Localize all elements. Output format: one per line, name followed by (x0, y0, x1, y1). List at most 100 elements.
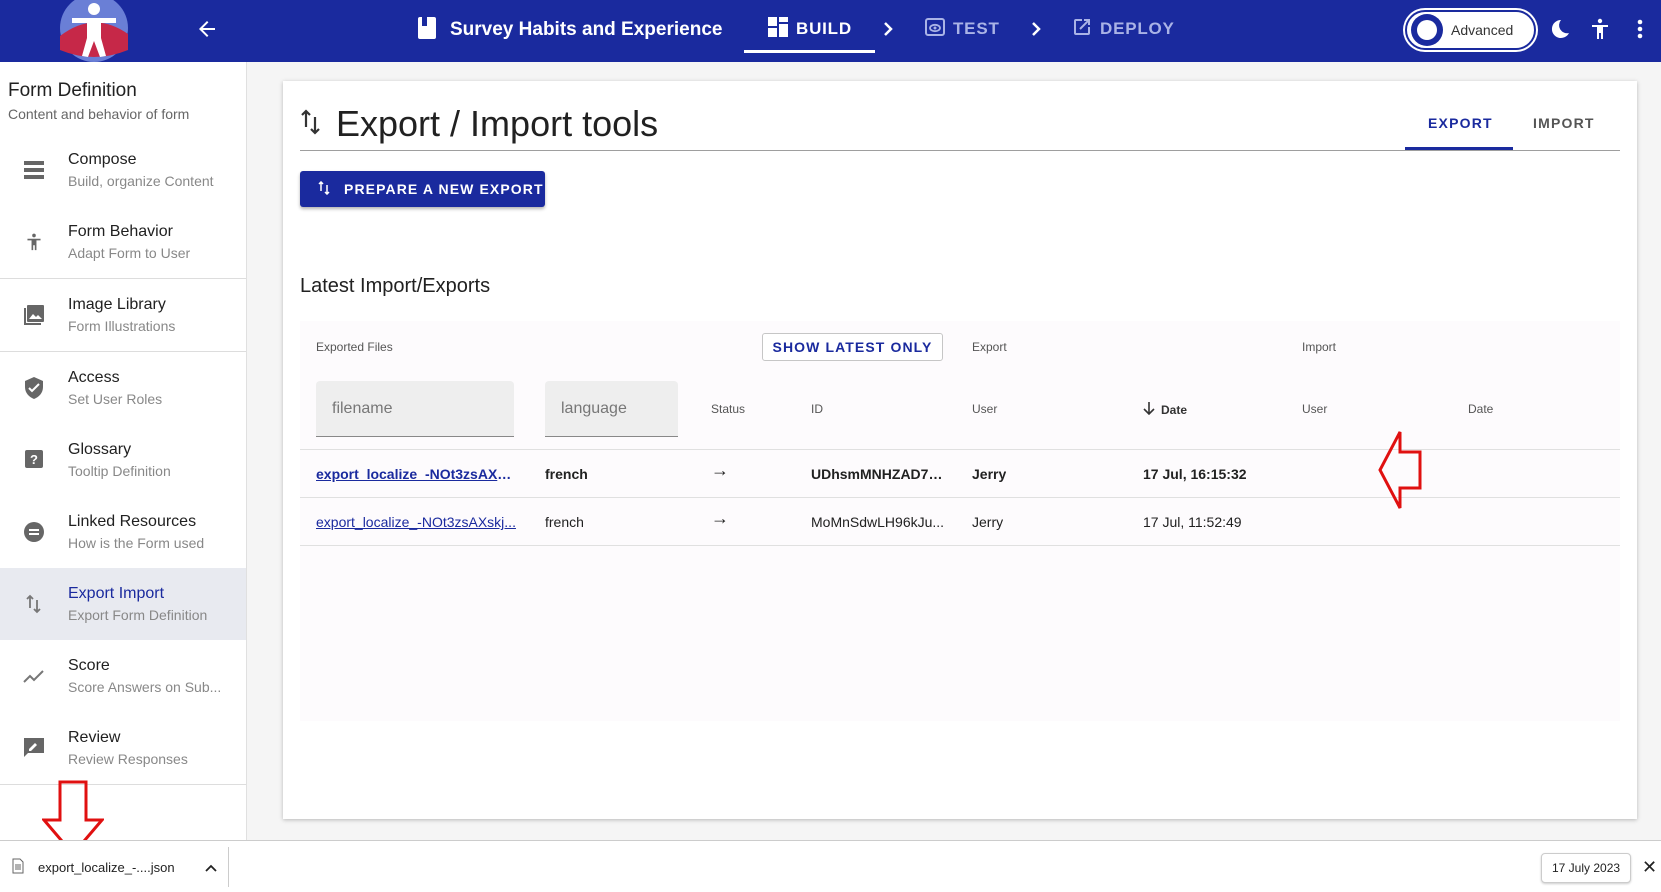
download-file-name: export_localize_-....json (38, 859, 175, 875)
step-deploy-label: DEPLOY (1100, 19, 1175, 38)
step-build[interactable]: BUILD (768, 14, 852, 44)
trend-icon (0, 668, 68, 684)
chevron-up-icon[interactable] (204, 860, 217, 875)
page-title: Export / Import tools (300, 103, 658, 145)
step-build-label: BUILD (796, 19, 852, 38)
sidebar-item-label: Form Behavior (68, 223, 173, 240)
sidebar-item-access[interactable]: Access Set User Roles (0, 352, 246, 424)
status-arrow-icon: → (711, 508, 729, 528)
dark-mode-icon[interactable] (1545, 14, 1575, 44)
user-cell: Jerry (972, 514, 1004, 530)
filename-link[interactable]: export_localize_-NOt3zsAXsk... (316, 466, 516, 482)
status-arrow-icon: → (711, 460, 729, 480)
filename-filter-input[interactable]: filename (316, 381, 514, 437)
sidebar-item-label: Image Library (68, 296, 166, 313)
swap-icon (0, 594, 68, 614)
sidebar: Form Definition Content and behavior of … (0, 62, 247, 840)
top-app-bar: Survey Habits and Experience BUILD TEST … (0, 0, 1661, 62)
sidebar-item-sub: Score Answers on Sub... (68, 679, 222, 695)
tab-export[interactable]: EXPORT (1428, 115, 1493, 131)
language-cell: french (545, 514, 584, 530)
chevron-right-icon (877, 18, 899, 40)
language-cell: french (545, 466, 588, 482)
sidebar-item-sub: Review Responses (68, 751, 188, 767)
tab-import[interactable]: IMPORT (1533, 115, 1595, 131)
sidebar-item-image-library[interactable]: Image Library Form Illustrations (0, 279, 246, 351)
sidebar-item-compose[interactable]: Compose Build, organize Content (0, 134, 246, 206)
divider (228, 847, 229, 887)
filename-link[interactable]: export_localize_-NOt3zsAXskj... (316, 514, 516, 530)
download-item[interactable]: export_localize_-....json (12, 841, 217, 892)
column-header-import-date[interactable]: Date (1468, 402, 1493, 416)
accessibility-icon (0, 231, 68, 253)
help-icon: ? (0, 450, 68, 470)
file-icon (12, 858, 24, 877)
form-title: Survey Habits and Experience (450, 19, 723, 40)
compose-icon (0, 161, 68, 179)
card-header: Export / Import tools EXPORT IMPORT (300, 81, 1620, 151)
shield-icon (0, 377, 68, 399)
sidebar-subtitle: Content and behavior of form (8, 106, 190, 122)
language-placeholder: language (561, 400, 627, 417)
sidebar-item-glossary[interactable]: ? Glossary Tooltip Definition (0, 424, 246, 496)
sidebar-item-label: Compose (68, 151, 137, 168)
accessibility-icon[interactable] (1585, 14, 1615, 44)
image-icon (0, 305, 68, 325)
column-header-id[interactable]: ID (811, 402, 823, 416)
sidebar-item-sub: Export Form Definition (68, 607, 208, 623)
language-filter-input[interactable]: language (545, 381, 678, 437)
group-header-export: Export (972, 340, 1007, 354)
annotation-arrow-left-icon (1378, 430, 1424, 515)
imports-exports-table: Exported Files SHOW LATEST ONLY Export I… (300, 321, 1620, 721)
back-arrow-icon[interactable] (190, 12, 224, 46)
id-cell: MoMnSdwLH96kJu... (811, 514, 945, 530)
date-cell: 17 Jul, 16:15:32 (1143, 466, 1247, 482)
sidebar-item-score[interactable]: Score Score Answers on Sub... (0, 640, 246, 712)
tab-indicator (1405, 147, 1513, 150)
show-latest-only-button[interactable]: SHOW LATEST ONLY (762, 333, 943, 361)
advanced-toggle[interactable]: Advanced (1405, 10, 1536, 50)
review-icon (0, 738, 68, 758)
prepare-new-export-button[interactable]: PREPARE A NEW EXPORT (300, 171, 545, 207)
chevron-right-icon (1025, 18, 1047, 40)
sidebar-item-export-import[interactable]: Export Import Export Form Definition (0, 568, 246, 640)
sidebar-item-label: Export Import (68, 585, 165, 602)
open-in-new-icon (1072, 17, 1092, 42)
form-book-icon (418, 16, 436, 44)
section-title: Latest Import/Exports (300, 275, 491, 297)
group-header-import: Import (1302, 340, 1337, 354)
download-bar: export_localize_-....json 17 July 2023 ✕ (0, 840, 1661, 892)
app-logo[interactable] (54, 0, 134, 62)
date-tooltip: 17 July 2023 (1541, 853, 1632, 883)
page-title-text: Export / Import tools (336, 103, 659, 144)
sidebar-item-sub: Tooltip Definition (68, 463, 171, 479)
arrow-down-icon (1143, 402, 1155, 418)
dashboard-icon (768, 16, 788, 42)
prepare-button-label: PREPARE A NEW EXPORT (344, 181, 544, 197)
sidebar-item-label: Glossary (68, 441, 132, 458)
date-cell: 17 Jul, 11:52:49 (1143, 514, 1242, 530)
sidebar-item-label: Linked Resources (68, 513, 197, 530)
link-icon (0, 522, 68, 542)
column-header-export-date[interactable]: Date (1143, 402, 1187, 418)
more-vert-icon[interactable] (1625, 14, 1655, 44)
sidebar-item-form-behavior[interactable]: Form Behavior Adapt Form to User (0, 206, 246, 278)
column-header-status[interactable]: Status (711, 402, 745, 416)
preview-icon (925, 17, 945, 42)
sidebar-item-sub: Form Illustrations (68, 318, 176, 334)
sidebar-item-sub: Build, organize Content (68, 173, 214, 189)
column-header-import-user[interactable]: User (1302, 402, 1327, 416)
sidebar-item-label: Access (68, 369, 120, 386)
sidebar-item-review[interactable]: Review Review Responses (0, 712, 246, 784)
swap-icon (318, 180, 330, 198)
step-deploy[interactable]: DEPLOY (1072, 14, 1175, 44)
step-test-label: TEST (953, 19, 1000, 38)
sidebar-item-linked-resources[interactable]: Linked Resources How is the Form used (0, 496, 246, 568)
export-date-label: Date (1161, 403, 1188, 417)
sidebar-item-label: Review (68, 729, 121, 746)
close-icon[interactable]: ✕ (1642, 857, 1660, 877)
step-build-indicator (744, 50, 875, 53)
id-cell: UDhsmMNHZAD7c... (811, 466, 946, 482)
column-header-export-user[interactable]: User (972, 402, 997, 416)
step-test[interactable]: TEST (925, 14, 1000, 44)
